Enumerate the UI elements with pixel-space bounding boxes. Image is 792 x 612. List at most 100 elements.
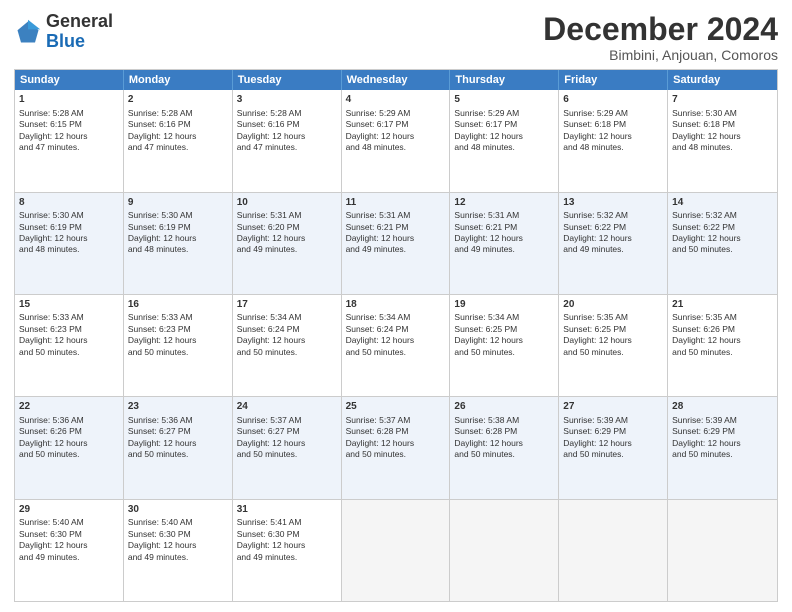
day-cell: 3Sunrise: 5:28 AMSunset: 6:16 PMDaylight…: [233, 90, 342, 191]
day-info-line: Sunset: 6:30 PM: [128, 529, 228, 540]
day-info-line: and 48 minutes.: [19, 244, 119, 255]
day-info-line: and 49 minutes.: [128, 552, 228, 563]
day-info-line: Sunrise: 5:36 AM: [128, 415, 228, 426]
day-cell: 7Sunrise: 5:30 AMSunset: 6:18 PMDaylight…: [668, 90, 777, 191]
day-info-line: Daylight: 12 hours: [237, 233, 337, 244]
logo-blue: Blue: [46, 32, 113, 52]
day-cell: 2Sunrise: 5:28 AMSunset: 6:16 PMDaylight…: [124, 90, 233, 191]
day-info-line: Sunset: 6:28 PM: [346, 426, 446, 437]
day-number: 16: [128, 298, 228, 312]
day-info-line: Sunrise: 5:32 AM: [563, 210, 663, 221]
day-cell: 29Sunrise: 5:40 AMSunset: 6:30 PMDayligh…: [15, 500, 124, 601]
day-number: 10: [237, 196, 337, 210]
day-info-line: Sunset: 6:18 PM: [672, 119, 773, 130]
day-header-monday: Monday: [124, 70, 233, 90]
day-info-line: Daylight: 12 hours: [672, 335, 773, 346]
day-cell: 19Sunrise: 5:34 AMSunset: 6:25 PMDayligh…: [450, 295, 559, 396]
day-info-line: Sunset: 6:26 PM: [19, 426, 119, 437]
day-info-line: Daylight: 12 hours: [19, 438, 119, 449]
day-header-tuesday: Tuesday: [233, 70, 342, 90]
day-info-line: Daylight: 12 hours: [237, 540, 337, 551]
day-number: 9: [128, 196, 228, 210]
day-info-line: Sunset: 6:29 PM: [672, 426, 773, 437]
day-number: 2: [128, 93, 228, 107]
day-cell: 31Sunrise: 5:41 AMSunset: 6:30 PMDayligh…: [233, 500, 342, 601]
day-cell: [668, 500, 777, 601]
day-info-line: Daylight: 12 hours: [346, 438, 446, 449]
day-info-line: Sunrise: 5:28 AM: [19, 108, 119, 119]
day-number: 6: [563, 93, 663, 107]
week-row-4: 22Sunrise: 5:36 AMSunset: 6:26 PMDayligh…: [15, 396, 777, 498]
day-cell: 1Sunrise: 5:28 AMSunset: 6:15 PMDaylight…: [15, 90, 124, 191]
week-row-2: 8Sunrise: 5:30 AMSunset: 6:19 PMDaylight…: [15, 192, 777, 294]
day-info-line: Sunrise: 5:36 AM: [19, 415, 119, 426]
day-info-line: Sunset: 6:28 PM: [454, 426, 554, 437]
day-cell: 15Sunrise: 5:33 AMSunset: 6:23 PMDayligh…: [15, 295, 124, 396]
day-cell: [342, 500, 451, 601]
day-cell: 20Sunrise: 5:35 AMSunset: 6:25 PMDayligh…: [559, 295, 668, 396]
day-cell: 6Sunrise: 5:29 AMSunset: 6:18 PMDaylight…: [559, 90, 668, 191]
day-info-line: Sunset: 6:17 PM: [346, 119, 446, 130]
day-cell: 18Sunrise: 5:34 AMSunset: 6:24 PMDayligh…: [342, 295, 451, 396]
day-info-line: Sunrise: 5:30 AM: [672, 108, 773, 119]
day-cell: 10Sunrise: 5:31 AMSunset: 6:20 PMDayligh…: [233, 193, 342, 294]
day-info-line: and 50 minutes.: [454, 347, 554, 358]
day-cell: 26Sunrise: 5:38 AMSunset: 6:28 PMDayligh…: [450, 397, 559, 498]
day-info-line: Sunrise: 5:34 AM: [346, 312, 446, 323]
day-info-line: and 50 minutes.: [346, 347, 446, 358]
day-number: 23: [128, 400, 228, 414]
day-info-line: Daylight: 12 hours: [128, 438, 228, 449]
day-cell: 12Sunrise: 5:31 AMSunset: 6:21 PMDayligh…: [450, 193, 559, 294]
day-info-line: and 50 minutes.: [672, 449, 773, 460]
day-info-line: and 50 minutes.: [346, 449, 446, 460]
day-info-line: Daylight: 12 hours: [454, 438, 554, 449]
day-info-line: Daylight: 12 hours: [237, 131, 337, 142]
day-cell: 17Sunrise: 5:34 AMSunset: 6:24 PMDayligh…: [233, 295, 342, 396]
day-info-line: Sunset: 6:24 PM: [237, 324, 337, 335]
title-block: December 2024 Bimbini, Anjouan, Comoros: [543, 12, 778, 63]
day-info-line: and 47 minutes.: [19, 142, 119, 153]
day-number: 14: [672, 196, 773, 210]
day-info-line: Sunrise: 5:33 AM: [19, 312, 119, 323]
day-header-sunday: Sunday: [15, 70, 124, 90]
day-info-line: Sunset: 6:24 PM: [346, 324, 446, 335]
day-info-line: and 50 minutes.: [19, 449, 119, 460]
day-info-line: Daylight: 12 hours: [563, 335, 663, 346]
day-info-line: Sunset: 6:27 PM: [128, 426, 228, 437]
day-info-line: Sunset: 6:16 PM: [128, 119, 228, 130]
day-info-line: Daylight: 12 hours: [128, 233, 228, 244]
day-info-line: Sunrise: 5:34 AM: [454, 312, 554, 323]
day-info-line: Sunset: 6:19 PM: [19, 222, 119, 233]
day-info-line: Sunrise: 5:29 AM: [563, 108, 663, 119]
day-info-line: and 48 minutes.: [346, 142, 446, 153]
day-info-line: Sunset: 6:25 PM: [454, 324, 554, 335]
day-cell: 4Sunrise: 5:29 AMSunset: 6:17 PMDaylight…: [342, 90, 451, 191]
day-info-line: Sunset: 6:22 PM: [563, 222, 663, 233]
day-number: 18: [346, 298, 446, 312]
day-number: 13: [563, 196, 663, 210]
day-info-line: Sunrise: 5:32 AM: [672, 210, 773, 221]
day-info-line: and 50 minutes.: [128, 449, 228, 460]
day-info-line: and 49 minutes.: [454, 244, 554, 255]
day-number: 19: [454, 298, 554, 312]
day-cell: 14Sunrise: 5:32 AMSunset: 6:22 PMDayligh…: [668, 193, 777, 294]
day-info-line: Sunrise: 5:38 AM: [454, 415, 554, 426]
day-cell: 21Sunrise: 5:35 AMSunset: 6:26 PMDayligh…: [668, 295, 777, 396]
day-info-line: and 50 minutes.: [672, 347, 773, 358]
day-cell: [450, 500, 559, 601]
day-info-line: and 50 minutes.: [454, 449, 554, 460]
day-info-line: Sunset: 6:30 PM: [237, 529, 337, 540]
day-info-line: Daylight: 12 hours: [454, 233, 554, 244]
day-info-line: Daylight: 12 hours: [19, 335, 119, 346]
day-cell: 8Sunrise: 5:30 AMSunset: 6:19 PMDaylight…: [15, 193, 124, 294]
day-headers: SundayMondayTuesdayWednesdayThursdayFrid…: [15, 70, 777, 90]
day-info-line: Sunset: 6:22 PM: [672, 222, 773, 233]
day-info-line: Sunrise: 5:30 AM: [128, 210, 228, 221]
logo-icon: [14, 18, 42, 46]
day-number: 21: [672, 298, 773, 312]
day-info-line: Daylight: 12 hours: [454, 131, 554, 142]
day-header-wednesday: Wednesday: [342, 70, 451, 90]
day-cell: 27Sunrise: 5:39 AMSunset: 6:29 PMDayligh…: [559, 397, 668, 498]
day-number: 11: [346, 196, 446, 210]
subtitle: Bimbini, Anjouan, Comoros: [543, 47, 778, 63]
